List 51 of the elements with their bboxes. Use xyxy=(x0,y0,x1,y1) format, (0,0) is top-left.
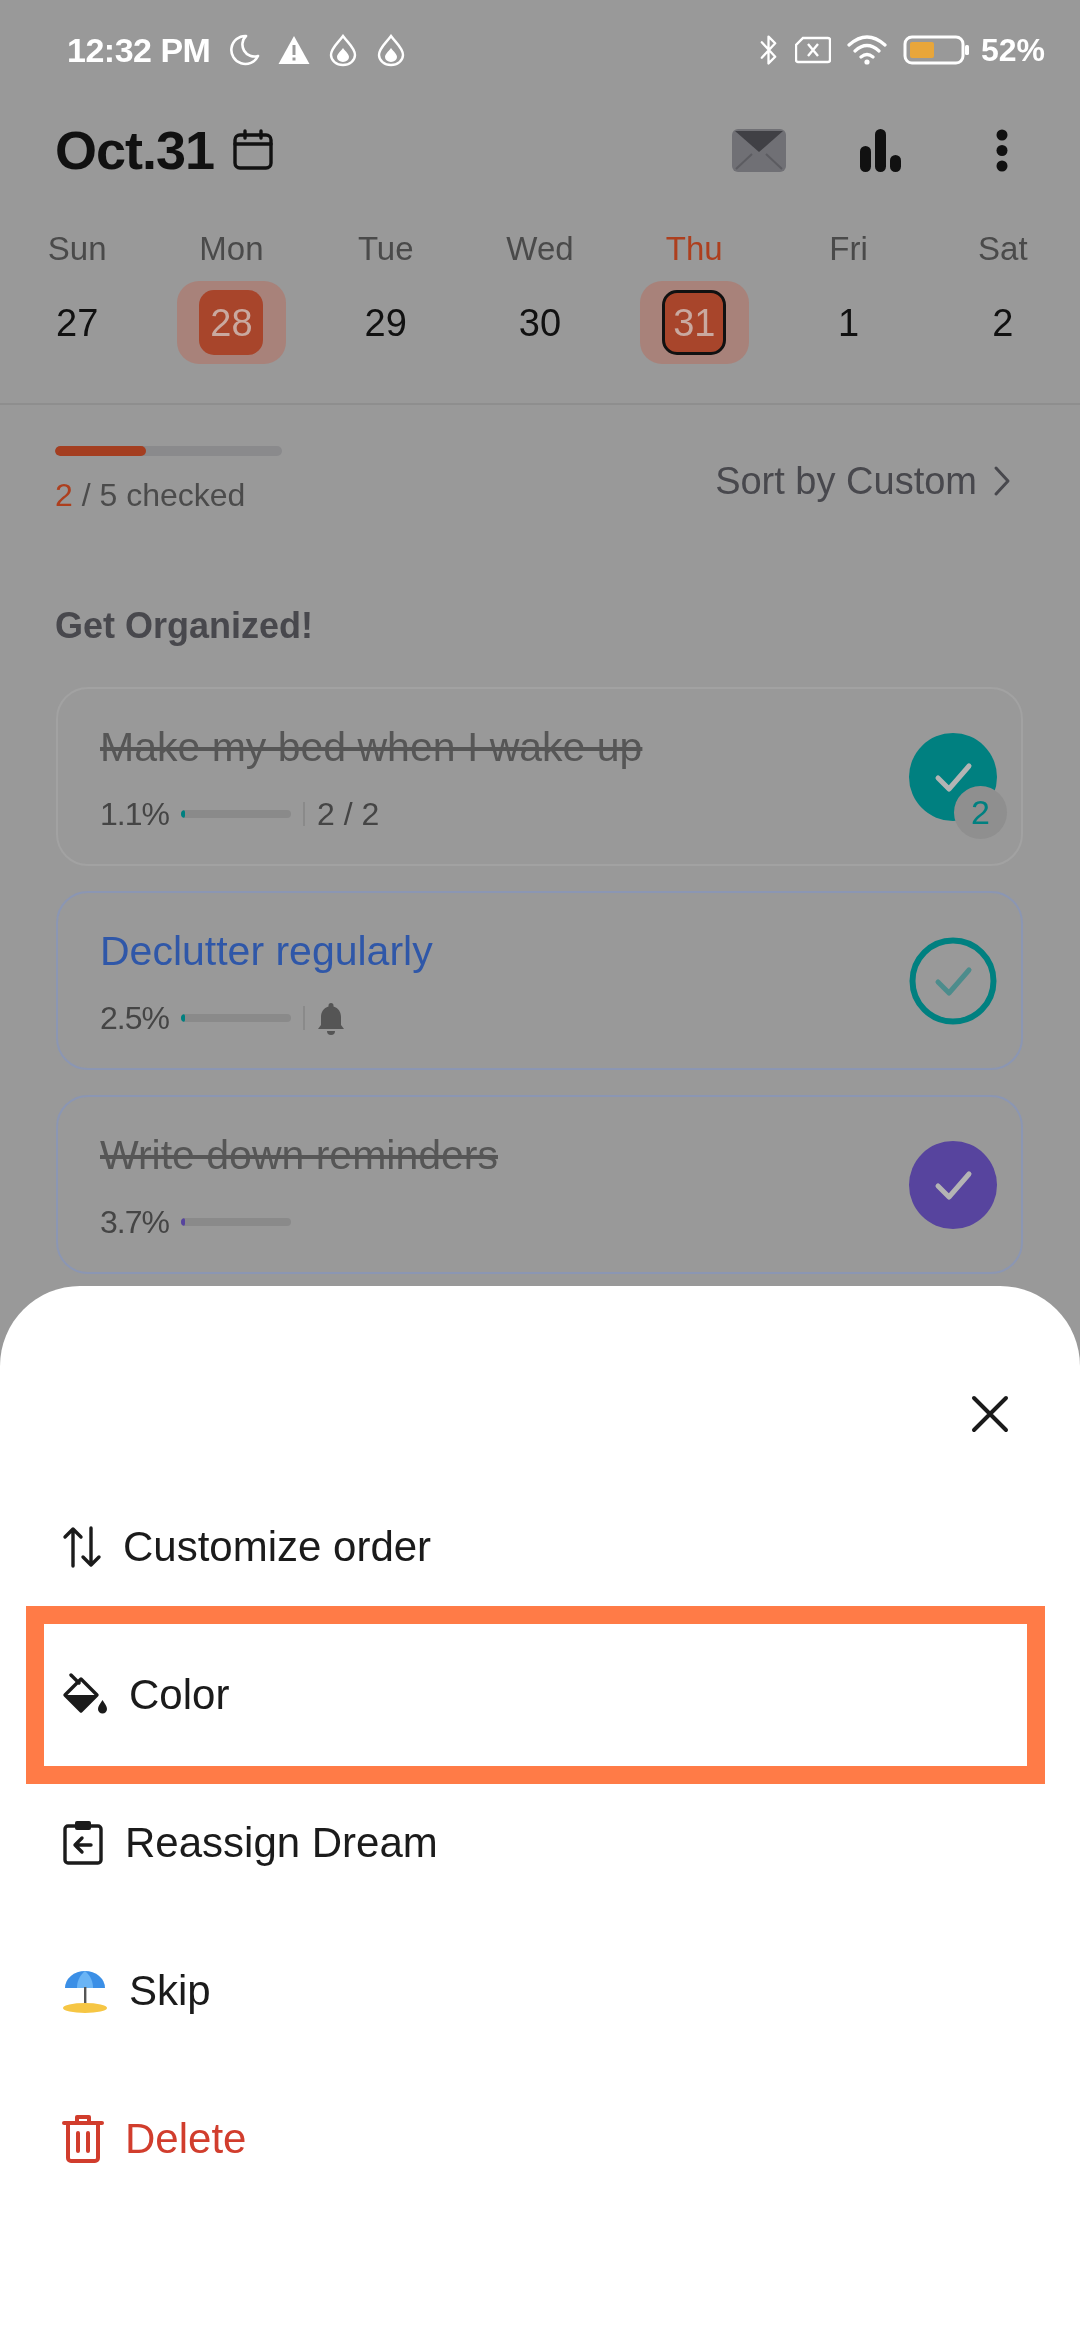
chevron-right-icon xyxy=(993,464,1011,497)
task-card[interactable]: Make my bed when I wake up 1.1% 2 / 2 2 xyxy=(56,687,1023,866)
warning-icon xyxy=(278,35,311,65)
battery-icon xyxy=(902,34,971,66)
clipboard-arrow-icon xyxy=(62,1820,104,1866)
weekday-label: Fri xyxy=(829,229,868,269)
mail-icon[interactable] xyxy=(732,128,786,172)
bar-chart-icon[interactable] xyxy=(859,128,902,172)
wifi-icon xyxy=(845,34,888,66)
day-button[interactable]: 27 xyxy=(56,303,99,342)
checked-count: 2 / 5 checked xyxy=(55,476,247,515)
task-title: Make my bed when I wake up xyxy=(100,723,643,771)
task-card[interactable]: Declutter regularly 2.5% xyxy=(56,891,1023,1070)
day-button[interactable]: 29 xyxy=(364,303,407,342)
day-button[interactable]: 2 xyxy=(992,303,1014,342)
weekday-label: Mon xyxy=(199,229,264,269)
swap-vertical-icon xyxy=(62,1525,102,1569)
task-title: Declutter regularly xyxy=(100,927,433,975)
task-count: 2 / 2 xyxy=(316,795,380,834)
battery-percent: 52% xyxy=(980,34,1045,66)
weekday-label: Sun xyxy=(47,229,107,269)
check-ring-icon[interactable] xyxy=(909,936,997,1025)
count-badge: 2 xyxy=(954,785,1007,839)
sim-card-x-icon xyxy=(794,36,831,64)
weekday-label: Tue xyxy=(357,229,414,269)
date-title: Oct.31 xyxy=(55,123,215,177)
calendar-icon[interactable] xyxy=(232,129,275,171)
weekday-label: Wed xyxy=(506,229,574,269)
beach-umbrella-icon xyxy=(62,1968,108,2014)
moon-icon xyxy=(228,33,261,67)
task-percent: 2.5% xyxy=(100,999,169,1038)
menu-item[interactable]: Delete xyxy=(26,2065,1045,2213)
task-title: Write down reminders xyxy=(100,1131,498,1179)
trash-icon xyxy=(62,2114,104,2164)
check-circle-icon[interactable] xyxy=(909,1140,997,1229)
weekday-label: Thu xyxy=(665,229,723,269)
status-time: 12:32 PM xyxy=(67,33,211,67)
task-percent: 1.1% xyxy=(100,795,169,834)
day-button[interactable]: 30 xyxy=(518,303,562,342)
close-icon[interactable] xyxy=(970,1394,1010,1434)
section-title: Get Organized! xyxy=(55,604,314,648)
drop-icon xyxy=(376,33,407,67)
menu-item[interactable]: Skip xyxy=(26,1917,1045,2065)
weekday-label: Sat xyxy=(978,229,1028,269)
more-menu-icon[interactable] xyxy=(994,128,1010,172)
task-percent: 3.7% xyxy=(100,1203,169,1242)
menu-item[interactable]: Color xyxy=(26,1606,1045,1784)
day-button[interactable]: 1 xyxy=(838,303,860,342)
paint-bucket-icon xyxy=(62,1673,108,1717)
task-card[interactable]: Write down reminders 3.7% xyxy=(56,1095,1023,1274)
drop-icon xyxy=(328,33,359,67)
